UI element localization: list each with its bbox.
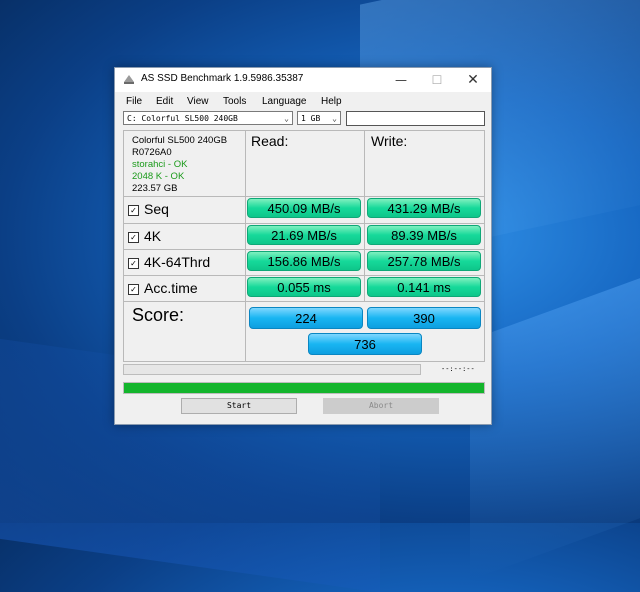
- grid-row-line: [123, 301, 485, 302]
- test-progress-bar: [123, 364, 421, 375]
- maximize-button[interactable]: ☐: [419, 68, 455, 92]
- 4k-read-result: 21.69 MB/s: [247, 225, 361, 245]
- seq-read-result: 450.09 MB/s: [247, 198, 361, 218]
- start-button[interactable]: Start: [181, 398, 297, 414]
- grid-border-right: [484, 130, 485, 362]
- driver-status: storahci - OK: [132, 159, 188, 170]
- grid-row-line: [123, 275, 485, 276]
- title-bar[interactable]: AS SSD Benchmark 1.9.5986.35387 — ☐ ✕: [115, 68, 491, 92]
- checkbox-checked-icon[interactable]: ✓: [128, 284, 139, 295]
- wallpaper-light-beam: [470, 259, 640, 581]
- app-icon: [124, 75, 134, 84]
- grid-row-line: [123, 249, 485, 250]
- checkbox-checked-icon[interactable]: ✓: [128, 205, 139, 216]
- 4k-64thrd-write-result: 257.78 MB/s: [367, 251, 481, 271]
- test-row-acc-time[interactable]: ✓ Acc.time: [128, 280, 198, 296]
- grid-border-left: [123, 130, 124, 362]
- acc-time-write-result: 0.141 ms: [367, 277, 481, 297]
- drive-name: Colorful SL500 240GB: [132, 135, 228, 146]
- options-input[interactable]: [346, 111, 485, 126]
- as-ssd-window: AS SSD Benchmark 1.9.5986.35387 — ☐ ✕ Fi…: [114, 67, 492, 425]
- drive-firmware: R0726A0: [132, 147, 172, 158]
- menu-tools[interactable]: Tools: [223, 96, 246, 107]
- read-header: Read:: [251, 133, 289, 149]
- abort-button[interactable]: Abort: [323, 398, 439, 414]
- score-total: 736: [308, 333, 422, 355]
- checkbox-checked-icon[interactable]: ✓: [128, 232, 139, 243]
- seq-write-result: 431.29 MB/s: [367, 198, 481, 218]
- menu-help[interactable]: Help: [321, 96, 342, 107]
- 4k-64thrd-read-result: 156.86 MB/s: [247, 251, 361, 271]
- test-row-seq[interactable]: ✓ Seq: [128, 201, 169, 217]
- menu-language[interactable]: Language: [262, 96, 307, 107]
- drive-select-value: C: Colorful SL500 240GB: [127, 114, 238, 123]
- test-label: 4K: [144, 228, 162, 244]
- grid-divider-label: [245, 130, 246, 362]
- test-size-value: 1 GB: [301, 114, 321, 123]
- alignment-status: 2048 K - OK: [132, 171, 185, 182]
- menu-file[interactable]: File: [126, 96, 142, 107]
- grid-row-line: [123, 223, 485, 224]
- close-button[interactable]: ✕: [455, 68, 491, 92]
- test-size-select[interactable]: 1 GB ⌄: [297, 111, 341, 125]
- score-read: 224: [249, 307, 363, 329]
- overall-progress-bar: [123, 382, 485, 394]
- menu-view[interactable]: View: [187, 96, 209, 107]
- test-label: 4K-64Thrd: [144, 254, 211, 270]
- overall-progress-fill: [124, 383, 484, 393]
- grid-row-line: [123, 196, 485, 197]
- test-row-4k[interactable]: ✓ 4K: [128, 228, 161, 244]
- score-write: 390: [367, 307, 481, 329]
- grid-border-bottom: [123, 361, 485, 362]
- test-label: Seq: [144, 201, 169, 217]
- checkbox-checked-icon[interactable]: ✓: [128, 258, 139, 269]
- elapsed-time: --:--:--: [441, 365, 475, 373]
- chevron-down-icon: ⌄: [332, 114, 337, 123]
- menu-edit[interactable]: Edit: [156, 96, 173, 107]
- test-row-4k-64thrd[interactable]: ✓ 4K-64Thrd: [128, 254, 210, 270]
- grid-border-top: [123, 130, 485, 131]
- menu-bar: File Edit View Tools Language Help: [115, 94, 491, 110]
- drive-info-panel: Colorful SL500 240GB R0726A0 storahci - …: [132, 135, 227, 195]
- drive-select[interactable]: C: Colorful SL500 240GB ⌄: [123, 111, 293, 125]
- acc-time-read-result: 0.055 ms: [247, 277, 361, 297]
- score-label: Score:: [132, 305, 185, 325]
- test-label: Acc.time: [144, 280, 198, 296]
- drive-capacity: 223.57 GB: [132, 183, 178, 194]
- write-header: Write:: [371, 133, 408, 149]
- 4k-write-result: 89.39 MB/s: [367, 225, 481, 245]
- chevron-down-icon: ⌄: [284, 114, 289, 123]
- minimize-button[interactable]: —: [383, 68, 419, 92]
- window-title: AS SSD Benchmark 1.9.5986.35387: [141, 73, 304, 84]
